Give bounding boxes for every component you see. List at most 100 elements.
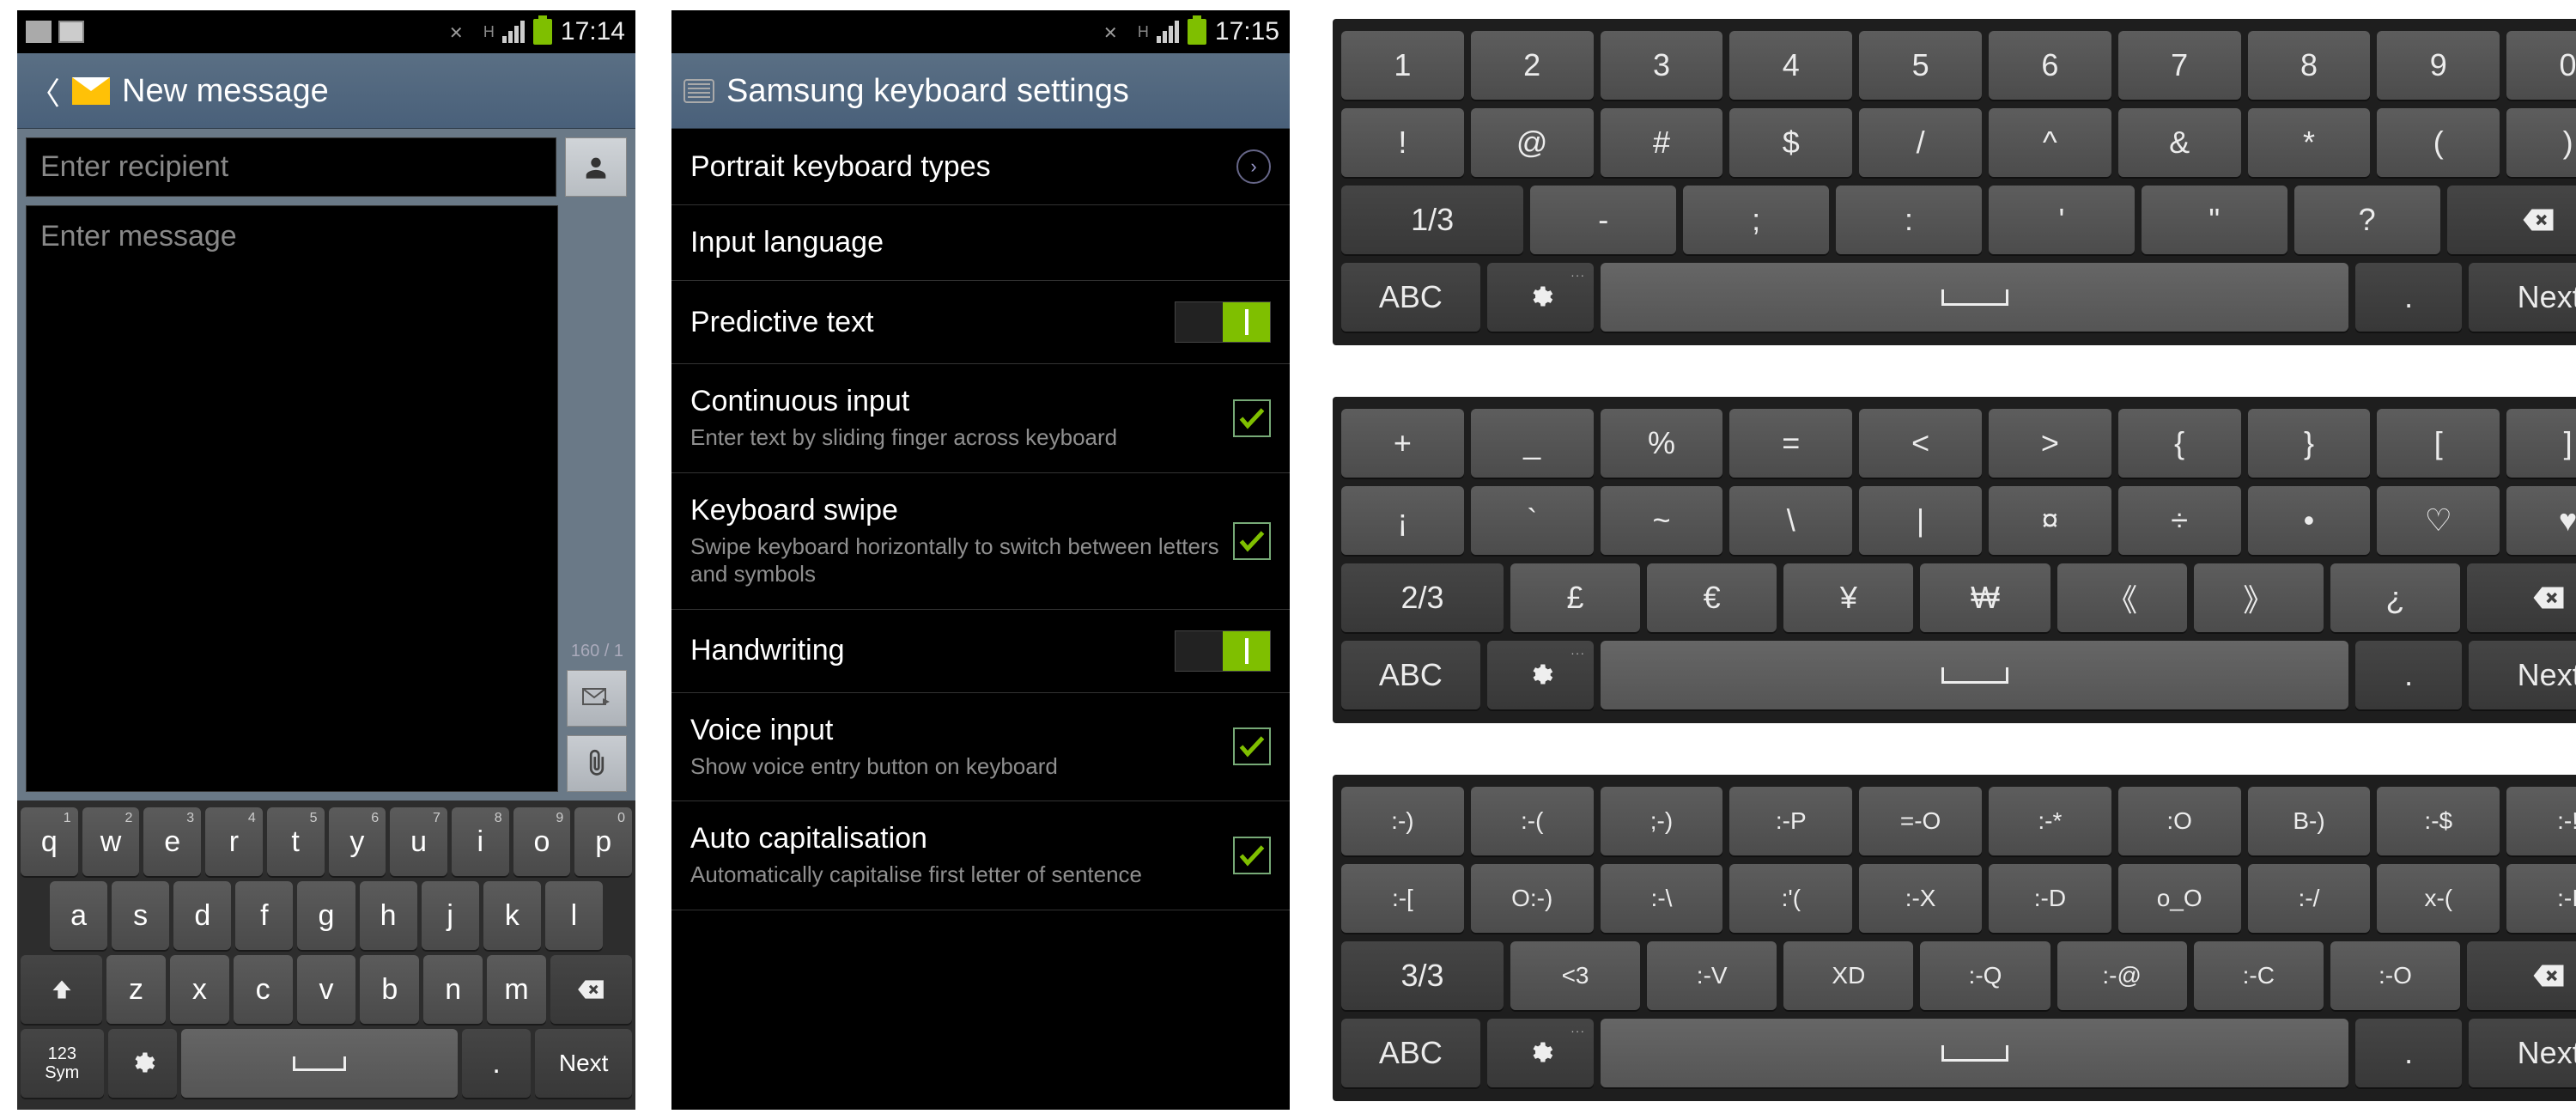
key-:-X[interactable]: :-X xyxy=(1859,864,1982,933)
key-3[interactable]: 3 xyxy=(1601,31,1723,100)
abc-key[interactable]: ABC xyxy=(1341,263,1480,332)
key-o[interactable]: o9 xyxy=(513,807,571,876)
key-o_O[interactable]: o_O xyxy=(2118,864,2241,933)
key-•[interactable]: • xyxy=(2248,486,2371,555)
key-k[interactable]: k xyxy=(483,881,541,950)
checkbox[interactable] xyxy=(1233,399,1271,437)
key-?[interactable]: ? xyxy=(2294,186,2440,254)
page-key[interactable]: 1/3 xyxy=(1341,186,1523,254)
key-:-([interactable]: :-( xyxy=(1471,787,1594,855)
page-key[interactable]: 2/3 xyxy=(1341,563,1504,632)
spacebar-key[interactable] xyxy=(1601,641,2348,709)
next-key[interactable]: Next xyxy=(2469,641,2576,709)
key--[interactable]: - xyxy=(1530,186,1676,254)
add-contact-button[interactable] xyxy=(565,137,627,197)
key-6[interactable]: 6 xyxy=(1989,31,2111,100)
key-([interactable]: ( xyxy=(2377,108,2500,177)
key-#[interactable]: # xyxy=(1601,108,1723,177)
key-v[interactable]: v xyxy=(297,955,356,1024)
settings-item-3[interactable]: Continuous inputEnter text by sliding fi… xyxy=(671,364,1290,473)
key-:-D[interactable]: :-D xyxy=(1989,864,2111,933)
key-%[interactable]: % xyxy=(1601,409,1723,478)
key-b[interactable]: b xyxy=(360,955,419,1024)
key-h[interactable]: h xyxy=(360,881,417,950)
key-g[interactable]: g xyxy=(297,881,355,950)
backspace-key[interactable] xyxy=(550,955,632,1024)
spacebar-key[interactable] xyxy=(1601,263,2348,332)
key-a[interactable]: a xyxy=(50,881,107,950)
key-XD[interactable]: XD xyxy=(1783,941,1913,1010)
key-^[interactable]: ^ xyxy=(1989,108,2111,177)
abc-key[interactable]: ABC xyxy=(1341,1019,1480,1087)
key-¥[interactable]: ¥ xyxy=(1783,563,1913,632)
key-:-O[interactable]: :-O xyxy=(2330,941,2460,1010)
send-button[interactable] xyxy=(567,670,627,727)
key-j[interactable]: j xyxy=(422,881,479,950)
key-;[interactable]: ; xyxy=(1683,186,1829,254)
key-5[interactable]: 5 xyxy=(1859,31,1982,100)
settings-key[interactable] xyxy=(108,1029,177,1098)
toggle-switch[interactable] xyxy=(1175,301,1271,343)
key-r[interactable]: r4 xyxy=(205,807,263,876)
key-i[interactable]: i8 xyxy=(452,807,509,876)
key-m[interactable]: m xyxy=(487,955,546,1024)
key-=-O[interactable]: =-O xyxy=(1859,787,1982,855)
settings-key[interactable] xyxy=(1487,641,1594,709)
toggle-switch[interactable] xyxy=(1175,630,1271,672)
key-:O[interactable]: :O xyxy=(2118,787,2241,855)
settings-item-2[interactable]: Predictive text xyxy=(671,281,1290,364)
key-$[interactable]: $ xyxy=(1729,108,1852,177)
key-l[interactable]: l xyxy=(545,881,603,950)
settings-item-1[interactable]: Input language xyxy=(671,205,1290,281)
key-+[interactable]: + xyxy=(1341,409,1464,478)
key->[interactable]: > xyxy=(1989,409,2111,478)
recipient-input[interactable]: Enter recipient xyxy=(26,137,556,197)
key-d[interactable]: d xyxy=(173,881,231,950)
backspace-key[interactable] xyxy=(2447,186,2576,254)
key-2[interactable]: 2 xyxy=(1471,31,1594,100)
key-@[interactable]: @ xyxy=(1471,108,1594,177)
key-8[interactable]: 8 xyxy=(2248,31,2371,100)
next-key[interactable]: Next xyxy=(2469,1019,2576,1087)
key-w[interactable]: w2 xyxy=(82,807,140,876)
key-:-\[interactable]: :-\ xyxy=(1601,864,1723,933)
key-t[interactable]: t5 xyxy=(267,807,325,876)
key-0[interactable]: 0 xyxy=(2506,31,2576,100)
key-p[interactable]: p0 xyxy=(574,807,632,876)
settings-item-0[interactable]: Portrait keyboard types› xyxy=(671,129,1290,205)
key-)[interactable]: ) xyxy=(2506,108,2576,177)
key-f[interactable]: f xyxy=(235,881,293,950)
key-s[interactable]: s xyxy=(112,881,169,950)
key-:-$[interactable]: :-$ xyxy=(2377,787,2500,855)
key-;-)[interactable]: ;-) xyxy=(1601,787,1723,855)
key-q[interactable]: q1 xyxy=(21,807,78,876)
settings-item-4[interactable]: Keyboard swipeSwipe keyboard horizontall… xyxy=(671,473,1290,610)
key-{[interactable]: { xyxy=(2118,409,2241,478)
backspace-key[interactable] xyxy=(2467,941,2576,1010)
key-:[interactable]: : xyxy=(1836,186,1982,254)
spacebar-key[interactable] xyxy=(181,1029,458,1098)
key-&[interactable]: & xyxy=(2118,108,2241,177)
key-~[interactable]: ~ xyxy=(1601,486,1723,555)
key-1[interactable]: 1 xyxy=(1341,31,1464,100)
key-y[interactable]: y6 xyxy=(329,807,386,876)
key-♥[interactable]: ♥ xyxy=(2506,486,2576,555)
back-icon[interactable]: 〈 xyxy=(29,69,60,113)
key-:-)[interactable]: :-) xyxy=(1341,787,1464,855)
message-input[interactable]: Enter message xyxy=(26,205,558,792)
key-][interactable]: ] xyxy=(2506,409,2576,478)
key-}[interactable]: } xyxy=(2248,409,2371,478)
abc-key[interactable]: ABC xyxy=(1341,641,1480,709)
key-》[interactable]: 》 xyxy=(2194,563,2324,632)
checkbox[interactable] xyxy=(1233,522,1271,560)
backspace-key[interactable] xyxy=(2467,563,2576,632)
key-₩[interactable]: ₩ xyxy=(1920,563,2050,632)
key-:-I[interactable]: :-I xyxy=(2506,864,2576,933)
key-♡[interactable]: ♡ xyxy=(2377,486,2500,555)
key-|[interactable]: | xyxy=(1859,486,1982,555)
key-\[interactable]: \ xyxy=(1729,486,1852,555)
key-÷[interactable]: ÷ xyxy=(2118,486,2241,555)
key-n[interactable]: n xyxy=(423,955,483,1024)
key-£[interactable]: £ xyxy=(1510,563,1640,632)
key-:-V[interactable]: :-V xyxy=(1647,941,1777,1010)
